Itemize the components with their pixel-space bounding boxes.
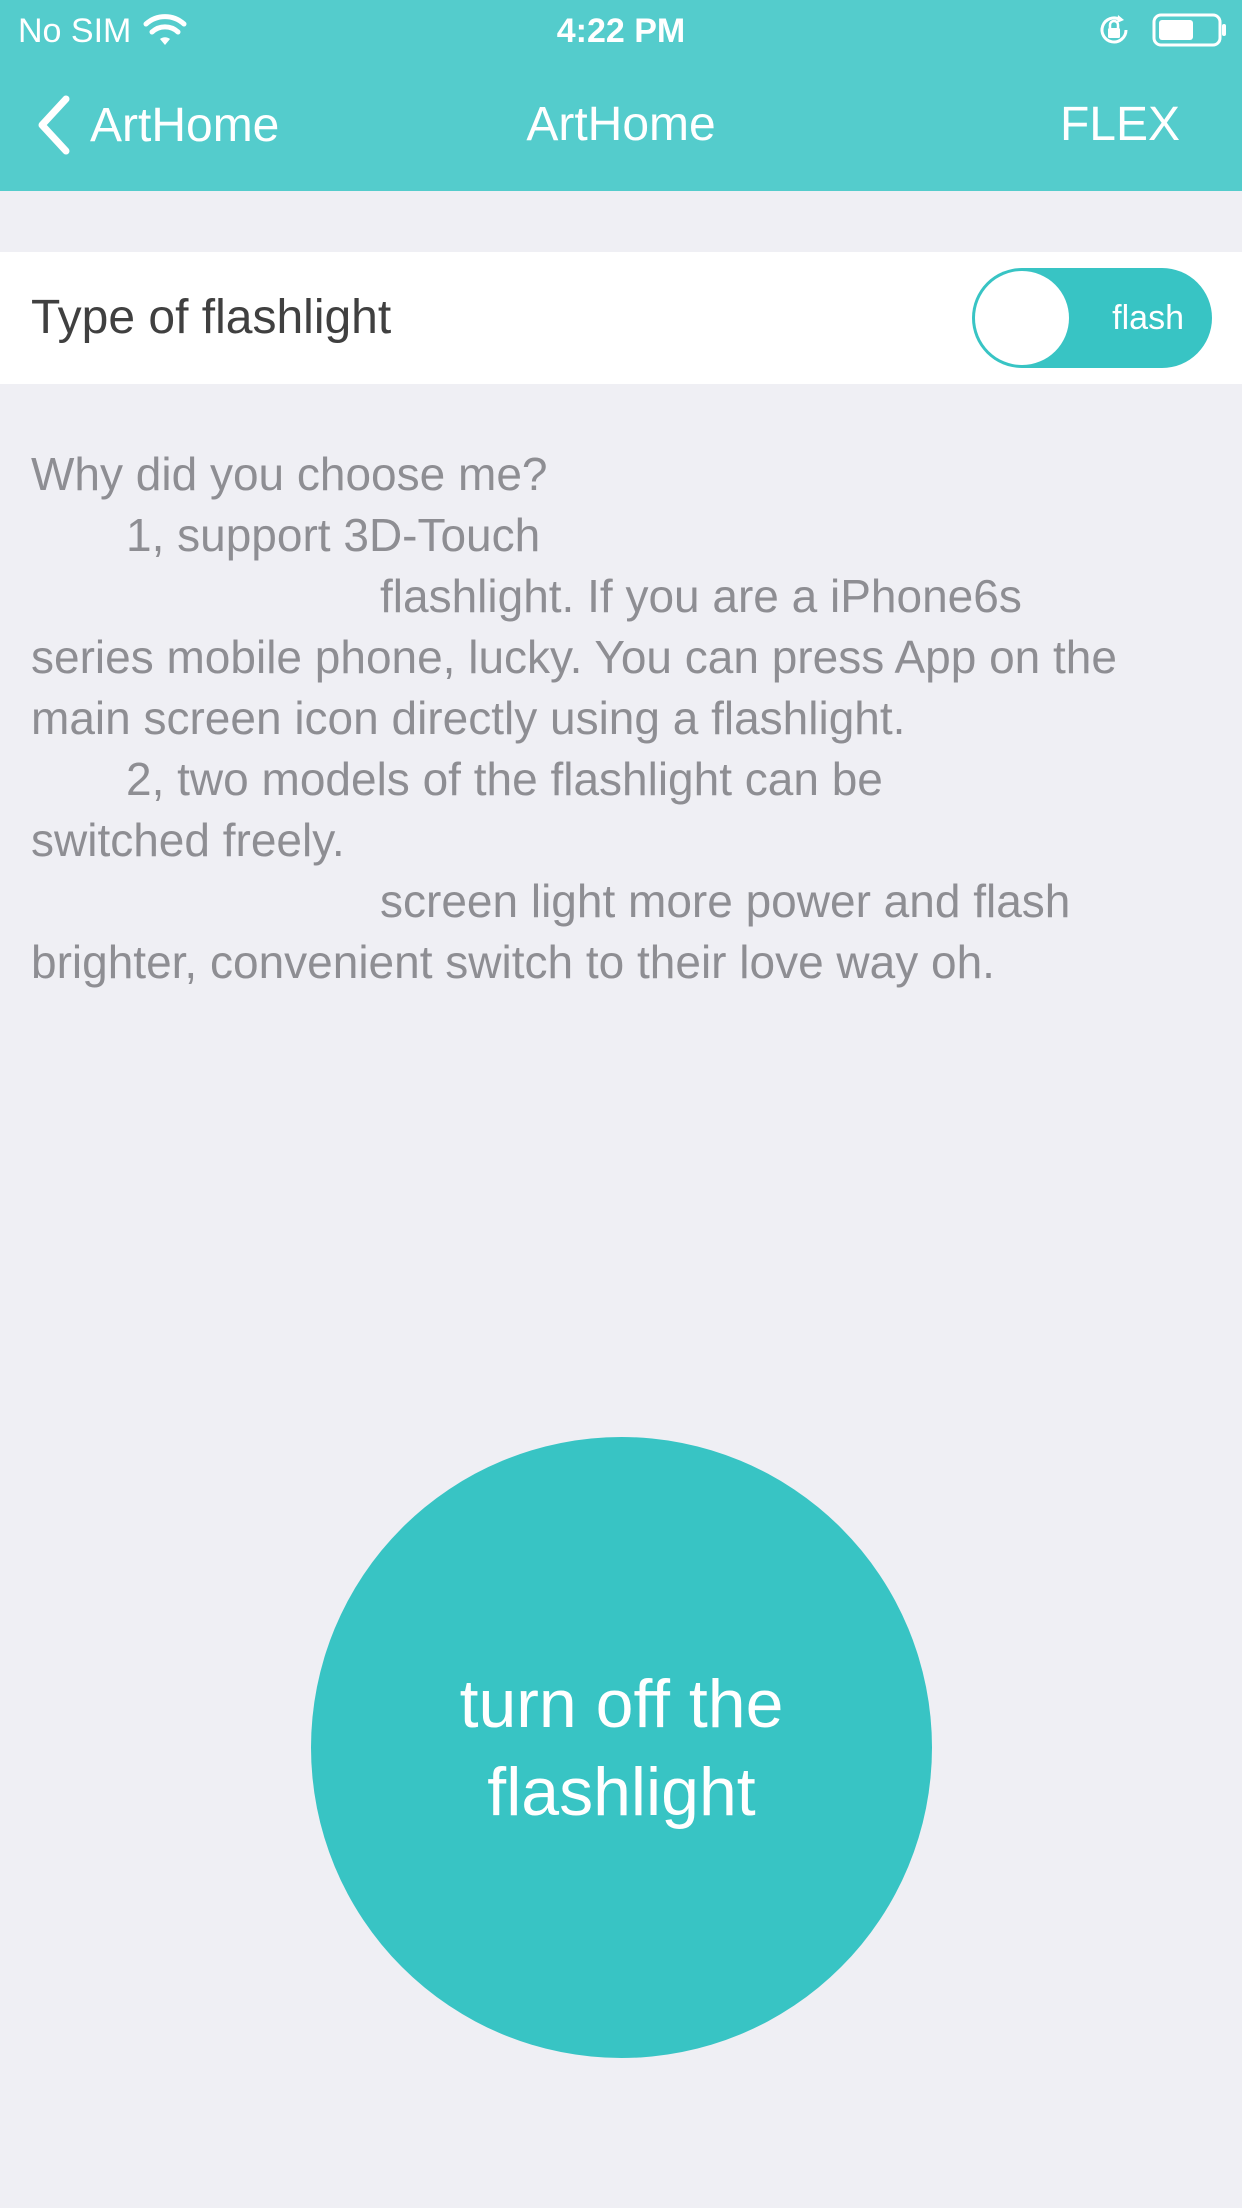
status-time: 4:22 PM	[556, 12, 686, 50]
description-text: Why did you choose me? 1, support 3D-Tou…	[31, 444, 1211, 993]
description-heading: Why did you choose me?	[31, 448, 548, 500]
page-title: ArtHome	[526, 98, 716, 151]
toggle-knob	[975, 271, 1069, 365]
turn-off-flashlight-button[interactable]: turn off the flashlight	[311, 1437, 932, 2058]
description-point1-line1: flashlight. If you are a iPhone6s	[380, 570, 1022, 622]
app-header: No SIM 4:22 PM ArtHome ArtHome FLEX	[0, 0, 1242, 191]
status-bar: No SIM 4:22 PM	[0, 0, 1242, 60]
navigation-bar: ArtHome ArtHome FLEX	[0, 60, 1242, 191]
rotation-lock-icon	[1100, 15, 1128, 44]
status-right	[1096, 12, 1228, 48]
description-point2-line2: switched freely.	[31, 814, 345, 866]
turn-off-flashlight-label: turn off the flashlight	[459, 1665, 784, 1830]
flashlight-type-row: Type of flashlight flash	[0, 252, 1242, 384]
flashlight-type-toggle[interactable]: flash	[972, 268, 1212, 368]
description-point2-line3: screen light more power and flash	[380, 875, 1071, 927]
description-point2-rest: brighter, convenient switch to their lov…	[31, 936, 995, 988]
description-point2-line1: 2, two models of the flashlight can be	[126, 753, 883, 805]
battery-icon	[1152, 13, 1226, 47]
flex-button[interactable]: FLEX	[1060, 90, 1180, 160]
description-point1-rest: series mobile phone, lucky. You can pres…	[31, 631, 1117, 744]
flashlight-type-label: Type of flashlight	[31, 291, 392, 344]
description-point1-title: 1, support 3D-Touch	[126, 509, 541, 561]
toggle-label: flash	[1112, 299, 1184, 337]
